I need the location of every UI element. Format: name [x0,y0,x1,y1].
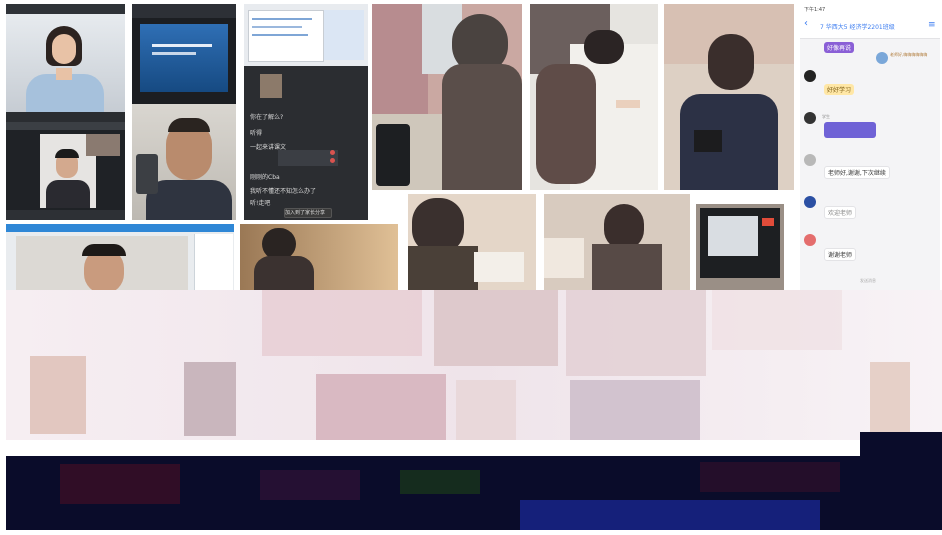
join-share-button[interactable]: 加入到了家长分享 [284,208,332,218]
sender-2: 学生 [822,114,830,119]
sender-1: 老师好,嗨嗨嗨嗨嗨嗨 [890,52,928,57]
corrupted-strip [700,462,840,492]
corrupted-strip [520,500,820,530]
message-main: 老师好,谢谢,下次继续 [824,166,890,179]
corrupted-strip [400,470,480,494]
video-call-young-man-tile [6,122,125,220]
chat-footer: 发送消息 [860,278,876,283]
faded-photo [870,362,910,432]
person-face [52,34,76,64]
corrupted-band [860,432,942,458]
meeting-app-tile: 你在了解么? 听得 一起来讲课文 刚刚的Cba 我听不懂还不知怎么办了 听!走吧… [244,4,368,220]
chat-app-screen: 下午1:47 ‹ 7 华西大5 经济学2201班级 ≡ 好像再说 老师好,嗨嗨嗨… [800,4,940,290]
message-1: 你在了解么? [250,114,284,121]
person-body [26,74,104,114]
avatar [804,70,816,82]
message-thanks: 谢谢老师 [824,248,857,261]
avatar [804,196,816,208]
chat-title: 7 华西大5 经济学2201班级 [820,24,895,31]
faded-photo [456,380,516,440]
faded-photo [570,380,700,440]
faded-photo [316,374,446,440]
photo-laptop-screen [696,204,784,290]
collage: { "meeting_screen": { "messages": ["你在了解… [0,0,942,535]
message-2: 听得 [250,130,263,137]
message-greeting: 欢迎老师 [824,206,857,219]
photo-girl-couch [664,4,794,190]
photo-girl-tablet [372,4,522,190]
faded-photo [434,290,558,366]
participant-thumbnail [260,74,282,98]
shared-slide [140,24,228,92]
faded-photo [712,290,842,350]
photo-girl-device [544,194,690,290]
photo-girl-writing [530,4,658,190]
back-icon[interactable]: ‹ [804,18,808,29]
avatar [804,154,816,166]
corrupted-strip [60,464,180,504]
avatar [804,234,816,246]
status-time: 下午1:47 [804,7,826,13]
floating-controls [136,154,158,194]
faded-photo [30,356,86,434]
video-call-woman-tile [6,4,125,122]
photo-girl-desk [408,194,536,290]
avatar [876,52,888,64]
faded-photo [184,362,236,436]
photo-boy-reading [240,224,398,290]
message-6: 听!走吧 [250,200,271,207]
phone-class-man-tile [132,4,236,220]
sticker-2: 好好学习 [824,84,855,95]
message-5: 我听不懂还不知怎么办了 [250,188,317,195]
more-icon[interactable]: ≡ [928,20,936,30]
corrupted-strip [260,470,360,500]
message-4: 刚刚的Cba [250,174,280,181]
faded-photo [566,290,706,376]
faded-photo [262,290,422,356]
avatar [804,112,816,124]
sticker-1: 好像再说 [824,42,855,53]
